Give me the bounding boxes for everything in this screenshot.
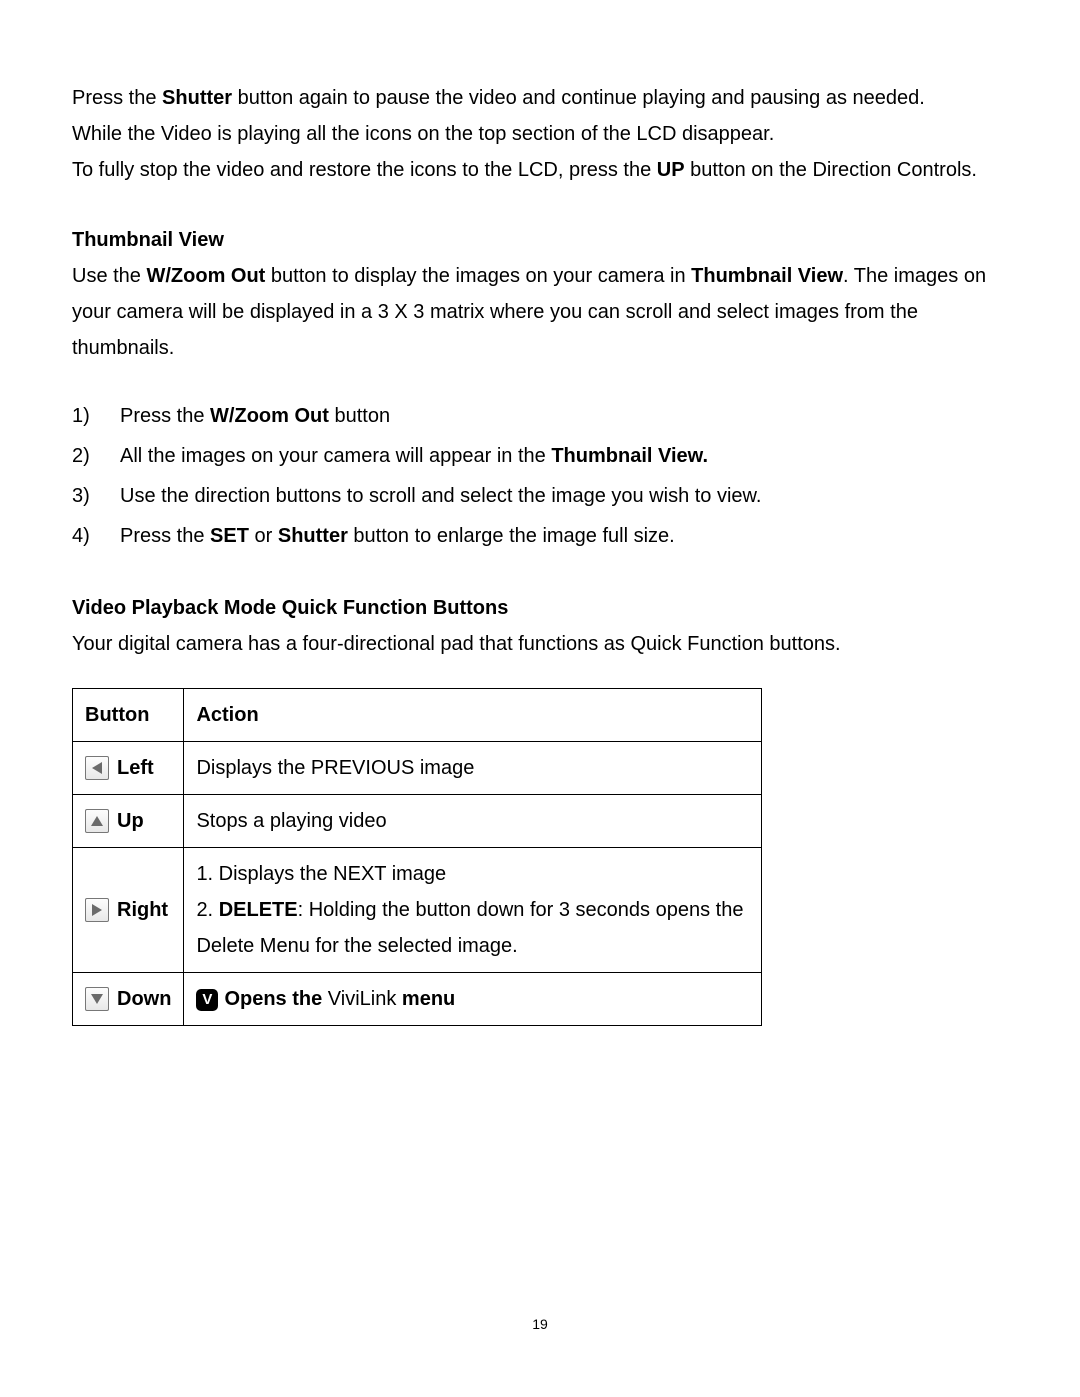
- button-label: Left: [117, 750, 154, 786]
- list-item: 3) Use the direction buttons to scroll a…: [72, 476, 1008, 516]
- text: button to enlarge the image full size.: [348, 525, 675, 547]
- intro-paragraph-2: While the Video is playing all the icons…: [72, 116, 1008, 152]
- text-bold: W/Zoom Out: [146, 265, 265, 287]
- cell-button: Up: [73, 795, 184, 848]
- text: All the images on your camera will appea…: [120, 445, 551, 467]
- vivilink-icon: V: [196, 989, 218, 1011]
- text: button: [329, 405, 390, 427]
- step-text: Press the SET or Shutter button to enlar…: [120, 518, 675, 554]
- table-header-row: Button Action: [73, 689, 762, 742]
- step-text: All the images on your camera will appea…: [120, 438, 708, 474]
- action-line-2: 2. DELETE: Holding the button down for 3…: [196, 892, 749, 964]
- list-item: 1) Press the W/Zoom Out button: [72, 396, 1008, 436]
- cell-button: Right: [73, 848, 184, 973]
- cell-action: Displays the PREVIOUS image: [184, 742, 762, 795]
- video-playback-heading: Video Playback Mode Quick Function Butto…: [72, 556, 1008, 626]
- table-row: Right 1. Displays the NEXT image 2. DELE…: [73, 848, 762, 973]
- button-label: Down: [117, 981, 171, 1017]
- manual-page: Press the Shutter button again to pause …: [0, 0, 1080, 1397]
- step-number: 2): [72, 438, 100, 474]
- table-row: Left Displays the PREVIOUS image: [73, 742, 762, 795]
- text-bold: Thumbnail View: [691, 265, 843, 287]
- text-bold: W/Zoom Out: [210, 405, 329, 427]
- text-bold: UP: [657, 159, 685, 181]
- button-label: Right: [117, 892, 168, 928]
- cell-action: 1. Displays the NEXT image 2. DELETE: Ho…: [184, 848, 762, 973]
- list-item: 2) All the images on your camera will ap…: [72, 436, 1008, 476]
- text: or: [249, 525, 278, 547]
- down-arrow-icon: [85, 987, 109, 1011]
- step-number: 3): [72, 478, 100, 514]
- text: ViviLink: [328, 988, 397, 1010]
- text-bold: Shutter: [162, 87, 232, 109]
- step-number: 1): [72, 398, 100, 434]
- page-number: 19: [0, 1312, 1080, 1337]
- cell-action: V Opens the ViviLink menu: [184, 973, 762, 1026]
- thumbnail-view-heading: Thumbnail View: [72, 188, 1008, 258]
- list-item: 4) Press the SET or Shutter button to en…: [72, 516, 1008, 556]
- text: Press the: [72, 87, 162, 109]
- step-number: 4): [72, 518, 100, 554]
- thumbnail-steps-list: 1) Press the W/Zoom Out button 2) All th…: [72, 396, 1008, 556]
- text: button on the Direction Controls.: [685, 159, 977, 181]
- intro-paragraph-1: Press the Shutter button again to pause …: [72, 80, 1008, 116]
- right-arrow-icon: [85, 898, 109, 922]
- text: button again to pause the video and cont…: [232, 87, 925, 109]
- up-arrow-icon: [85, 809, 109, 833]
- cell-button: Down: [73, 973, 184, 1026]
- cell-action: Stops a playing video: [184, 795, 762, 848]
- text: To fully stop the video and restore the …: [72, 159, 657, 181]
- text: 2.: [196, 899, 218, 921]
- button-label: Up: [117, 803, 144, 839]
- step-text: Use the direction buttons to scroll and …: [120, 478, 761, 514]
- text-bold: SET: [210, 525, 249, 547]
- intro-paragraph-3: To fully stop the video and restore the …: [72, 152, 1008, 188]
- action-line-1: 1. Displays the NEXT image: [196, 856, 749, 892]
- left-arrow-icon: [85, 756, 109, 780]
- thumbnail-view-paragraph: Use the W/Zoom Out button to display the…: [72, 258, 1008, 366]
- text-bold: Thumbnail View.: [551, 445, 708, 467]
- text-bold: DELETE: [219, 899, 298, 921]
- quick-function-table: Button Action Left Displays the PREVIOUS…: [72, 688, 762, 1026]
- text: button to display the images on your cam…: [265, 265, 691, 287]
- text: Use the: [72, 265, 146, 287]
- text: Press the: [120, 525, 210, 547]
- table-row: Up Stops a playing video: [73, 795, 762, 848]
- text-bold: Opens the: [224, 988, 327, 1010]
- cell-button: Left: [73, 742, 184, 795]
- text-bold: Shutter: [278, 525, 348, 547]
- table-row: Down V Opens the ViviLink menu: [73, 973, 762, 1026]
- video-playback-intro: Your digital camera has a four-direction…: [72, 626, 1008, 662]
- text: Press the: [120, 405, 210, 427]
- header-action: Action: [184, 689, 762, 742]
- step-text: Press the W/Zoom Out button: [120, 398, 390, 434]
- text-bold: menu: [396, 988, 455, 1010]
- header-button: Button: [73, 689, 184, 742]
